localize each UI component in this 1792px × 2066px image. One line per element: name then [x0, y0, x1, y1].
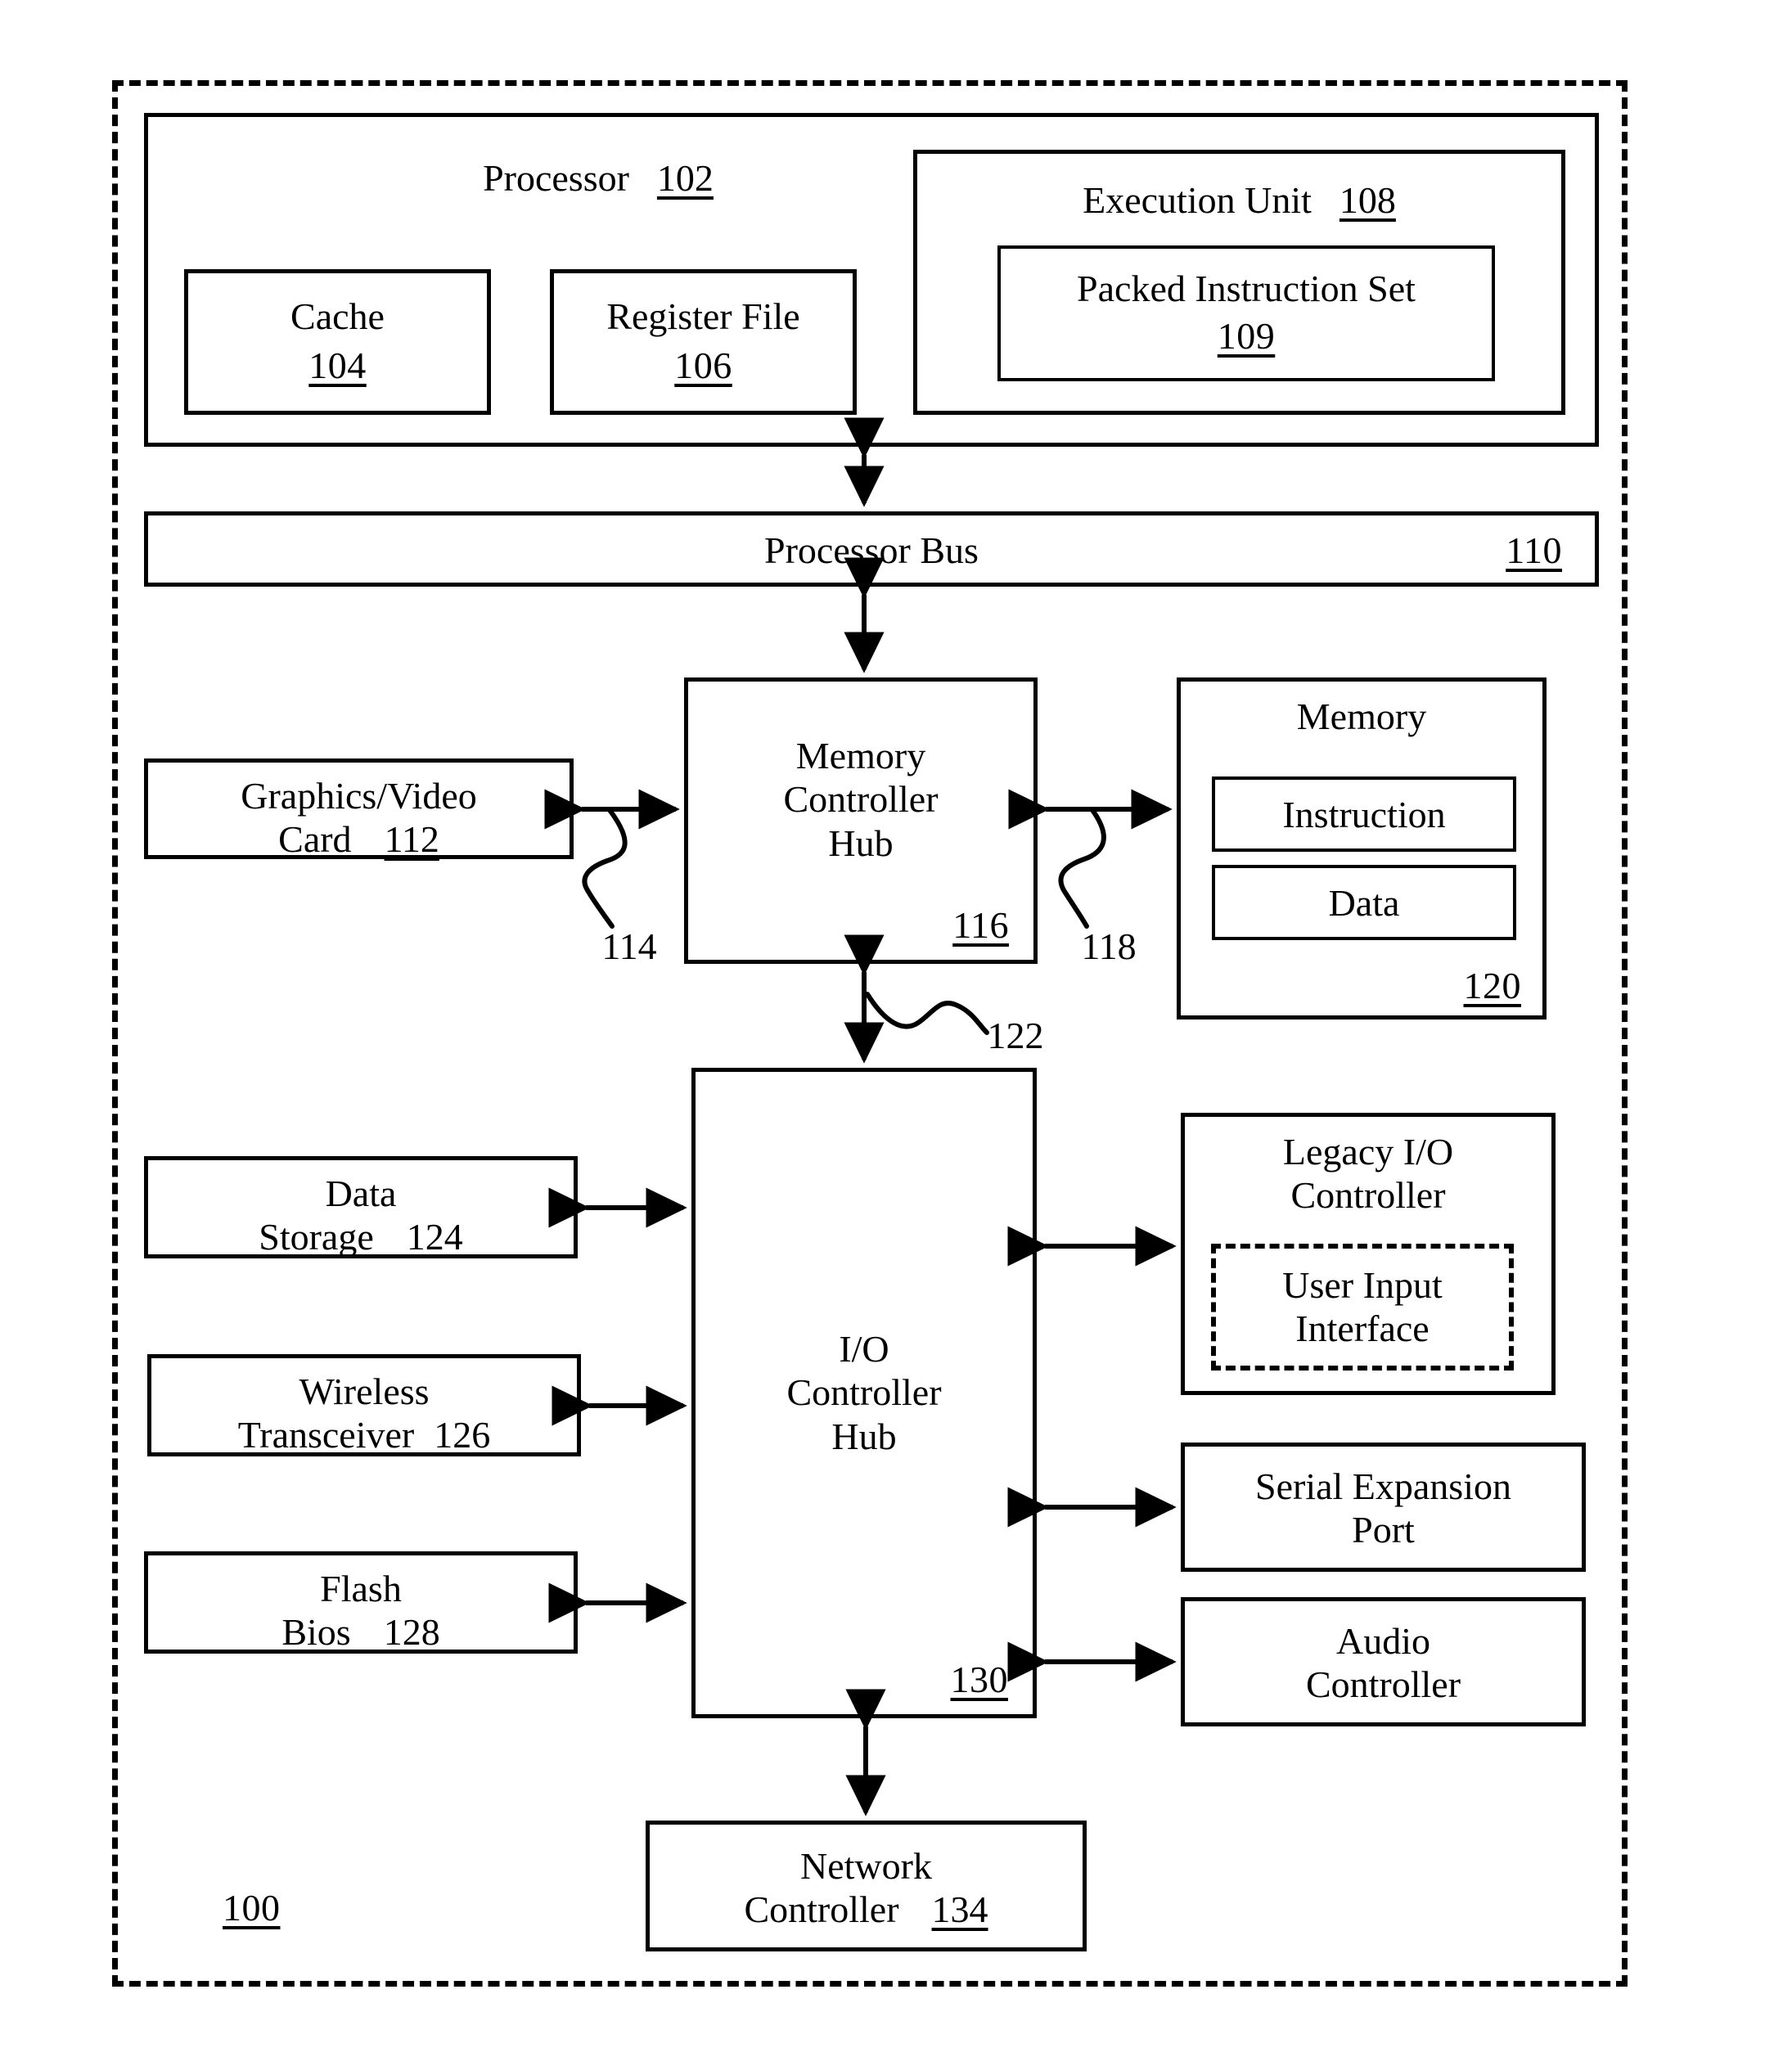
serial-expansion-port-box: Serial Expansion Port: [1181, 1443, 1586, 1572]
wireless-transceiver-label-line1: Wireless: [299, 1371, 430, 1412]
register-file-box: Register File 106: [550, 269, 857, 415]
audio-controller-label-line2: Controller: [1305, 1663, 1461, 1706]
data-storage-box: Data Storage 124: [144, 1156, 578, 1258]
data-storage-ref: 124: [406, 1216, 463, 1258]
packed-instruction-set-label: Packed Instruction Set: [1077, 268, 1416, 309]
graphics-video-card-label-line2: Card: [278, 818, 352, 861]
cache-box: Cache 104: [184, 269, 491, 415]
graphics-video-card-ref: 112: [384, 818, 439, 861]
wireless-transceiver-label-line2: Transceiver: [237, 1414, 415, 1456]
execution-unit-title-row: Execution Unit 108: [917, 178, 1561, 222]
data-storage-label-line2: Storage: [259, 1216, 374, 1258]
cache-label-group: Cache: [188, 295, 487, 338]
flash-bios-label-line1: Flash: [320, 1568, 402, 1609]
memory-controller-hub-label-line2: Controller: [783, 778, 939, 821]
lead-line-122-label: 122: [987, 1015, 1044, 1056]
network-controller-label-group: Network Controller 134: [650, 1844, 1083, 1932]
memory-box: Memory Instruction Data 120: [1177, 677, 1547, 1019]
packed-instruction-set-box: Packed Instruction Set 109: [997, 245, 1495, 381]
memory-controller-hub-box: Memory Controller Hub 116: [684, 677, 1038, 964]
execution-unit-ref: 108: [1339, 179, 1396, 221]
legacy-io-controller-label-group: Legacy I/O Controller: [1185, 1130, 1551, 1218]
serial-expansion-port-label-line1: Serial Expansion: [1255, 1465, 1511, 1507]
register-file-label-group: Register File: [554, 295, 853, 338]
user-input-interface-label-line2: Interface: [1295, 1308, 1430, 1350]
processor-ref: 102: [656, 157, 714, 199]
io-controller-hub-label-line1: I/O: [839, 1328, 889, 1370]
processor-box: Processor 102 Cache 104 Register File 10…: [144, 113, 1599, 447]
packed-instruction-set-ref: 109: [1217, 315, 1276, 357]
data-storage-label-line1: Data: [325, 1173, 397, 1214]
io-controller-hub-label-line2: Controller: [786, 1371, 942, 1414]
graphics-video-card-label-group: Graphics/Video Card 112: [148, 774, 570, 862]
system-ref-100: 100: [223, 1887, 281, 1929]
memory-controller-hub-label-group: Memory Controller Hub: [688, 734, 1033, 865]
memory-data-box: Data: [1212, 865, 1516, 940]
io-controller-hub-label-group: I/O Controller Hub: [696, 1327, 1033, 1458]
io-controller-hub-box: I/O Controller Hub 130: [691, 1068, 1037, 1718]
flash-bios-box: Flash Bios 128: [144, 1551, 578, 1654]
audio-controller-box: Audio Controller: [1181, 1597, 1586, 1726]
network-controller-label-line2: Controller: [744, 1888, 899, 1931]
network-controller-label-line1: Network: [800, 1845, 932, 1887]
execution-unit-box: Execution Unit 108 Packed Instruction Se…: [913, 150, 1565, 415]
legacy-io-controller-label-line2: Controller: [1290, 1174, 1446, 1217]
processor-title: Processor: [483, 157, 629, 199]
flash-bios-label-line2: Bios: [281, 1611, 351, 1654]
network-controller-box: Network Controller 134: [646, 1821, 1087, 1951]
user-input-interface-label-group: User Input Interface: [1216, 1263, 1509, 1351]
register-file-ref: 106: [674, 344, 732, 386]
wireless-transceiver-box: Wireless Transceiver 126: [147, 1354, 581, 1456]
cache-ref: 104: [308, 344, 367, 386]
register-file-label: Register File: [606, 295, 800, 337]
memory-controller-hub-label-line3: Hub: [828, 821, 894, 864]
processor-bus-box: Processor Bus 110: [144, 511, 1599, 587]
memory-controller-hub-ref: 116: [952, 904, 1009, 946]
io-controller-hub-ref: 130: [950, 1659, 1008, 1700]
user-input-interface-label-line1: User Input: [1282, 1264, 1443, 1306]
processor-bus-ref: 110: [1506, 529, 1562, 571]
graphics-video-card-box: Graphics/Video Card 112: [144, 758, 574, 862]
serial-expansion-port-label-line2: Port: [1352, 1509, 1415, 1551]
memory-controller-hub-label-line1: Memory: [795, 735, 926, 776]
legacy-io-controller-label-line1: Legacy I/O: [1282, 1131, 1454, 1173]
graphics-video-card-label-line1: Graphics/Video: [241, 775, 477, 817]
processor-bus-label: Processor Bus: [764, 529, 979, 571]
audio-controller-label-line1: Audio: [1336, 1620, 1430, 1662]
lead-line-118-label: 118: [1081, 925, 1137, 967]
legacy-io-controller-box: Legacy I/O Controller User Input Interfa…: [1181, 1113, 1556, 1395]
memory-instruction-box: Instruction: [1212, 776, 1516, 852]
execution-unit-title: Execution Unit: [1083, 179, 1312, 221]
cache-label: Cache: [290, 295, 385, 337]
memory-ref: 120: [1463, 965, 1521, 1006]
flash-bios-label-group: Flash Bios 128: [148, 1567, 574, 1654]
wireless-transceiver-label-group: Wireless Transceiver 126: [151, 1370, 577, 1457]
audio-controller-label-group: Audio Controller: [1185, 1619, 1582, 1707]
wireless-transceiver-ref: 126: [434, 1414, 491, 1456]
patent-figure: Processor 102 Cache 104 Register File 10…: [0, 0, 1792, 2066]
flash-bios-ref: 128: [383, 1611, 440, 1654]
lead-line-114-label: 114: [601, 925, 657, 967]
memory-title: Memory: [1296, 695, 1427, 737]
memory-data-label: Data: [1328, 882, 1400, 924]
serial-expansion-port-label-group: Serial Expansion Port: [1185, 1465, 1582, 1552]
user-input-interface-box: User Input Interface: [1211, 1244, 1514, 1371]
memory-instruction-label: Instruction: [1282, 794, 1446, 835]
network-controller-ref: 134: [931, 1888, 988, 1931]
data-storage-label-group: Data Storage 124: [148, 1172, 574, 1259]
io-controller-hub-label-line3: Hub: [831, 1415, 897, 1457]
